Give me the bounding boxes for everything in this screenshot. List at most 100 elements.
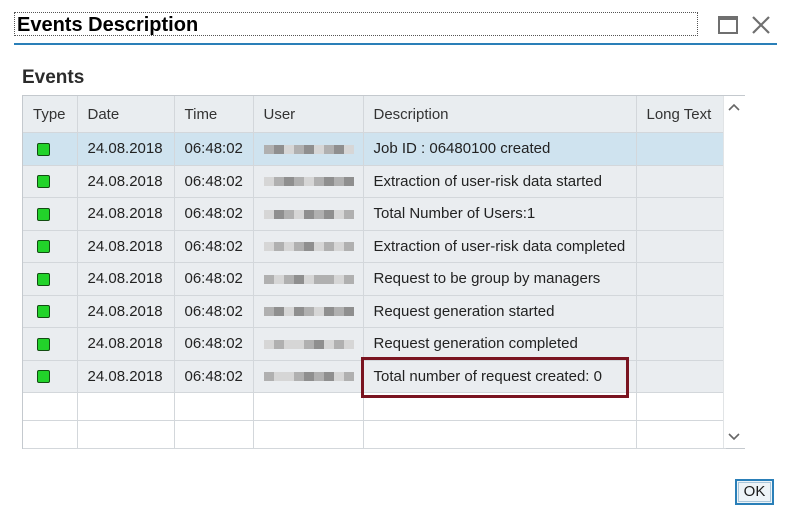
user-cell <box>253 165 364 198</box>
description-cell: Request generation started <box>363 295 637 328</box>
column-header-time[interactable]: Time <box>174 96 254 133</box>
time-cell: 06:48:02 <box>174 230 254 263</box>
table-row[interactable]: 24.08.2018 06:48:02 Request generation s… <box>23 295 726 328</box>
scroll-up-icon[interactable] <box>728 102 740 112</box>
vertical-scrollbar[interactable] <box>723 96 745 448</box>
long-text-cell[interactable] <box>636 230 726 263</box>
scroll-down-icon[interactable] <box>728 432 740 442</box>
status-green-icon <box>37 370 50 384</box>
redacted-user <box>263 206 354 223</box>
user-cell <box>253 230 364 263</box>
user-cell <box>253 132 364 166</box>
empty-cell <box>636 420 726 449</box>
date-cell: 24.08.2018 <box>77 230 175 263</box>
status-green-icon <box>37 305 50 319</box>
empty-cell <box>77 420 175 449</box>
time-cell: 06:48:02 <box>174 165 254 198</box>
redacted-user <box>263 368 354 385</box>
table-row[interactable]: 24.08.2018 06:48:02 Extraction of user-r… <box>23 165 726 198</box>
description-cell: Job ID : 06480100 created <box>363 132 637 166</box>
long-text-cell[interactable] <box>636 327 726 361</box>
dialog-title-bar: Events Description <box>14 12 698 36</box>
long-text-cell[interactable] <box>636 295 726 328</box>
time-cell: 06:48:02 <box>174 327 254 361</box>
type-cell <box>23 230 78 263</box>
empty-cell <box>636 392 726 421</box>
empty-cell <box>23 392 78 421</box>
type-cell <box>23 262 78 296</box>
column-header-description[interactable]: Description <box>363 96 637 133</box>
date-cell: 24.08.2018 <box>77 165 175 198</box>
redacted-user <box>263 336 354 353</box>
dialog-title: Events Description <box>17 14 199 36</box>
column-header-type[interactable]: Type <box>23 96 78 133</box>
close-icon[interactable] <box>750 14 772 36</box>
date-cell: 24.08.2018 <box>77 262 175 296</box>
type-cell <box>23 165 78 198</box>
table-row[interactable]: 24.08.2018 06:48:02 Extraction of user-r… <box>23 230 726 263</box>
date-cell: 24.08.2018 <box>77 132 175 166</box>
description-cell: Extraction of user-risk data completed <box>363 230 637 263</box>
user-cell <box>253 295 364 328</box>
table-header-row: Type Date Time User Description Long Tex… <box>23 96 726 133</box>
section-title: Events <box>22 67 85 88</box>
type-cell <box>23 197 78 231</box>
table-row[interactable]: 24.08.2018 06:48:02 Total Number of User… <box>23 197 726 231</box>
date-cell: 24.08.2018 <box>77 360 175 393</box>
long-text-cell[interactable] <box>636 132 726 166</box>
status-green-icon <box>37 337 50 351</box>
status-green-icon <box>37 175 50 189</box>
column-header-long-text[interactable]: Long Text <box>636 96 726 133</box>
status-green-icon <box>37 207 50 221</box>
empty-cell <box>253 392 364 421</box>
empty-row <box>23 392 726 421</box>
date-cell: 24.08.2018 <box>77 295 175 328</box>
user-cell <box>253 360 364 393</box>
user-cell <box>253 327 364 361</box>
events-table: Type Date Time User Description Long Tex… <box>22 95 745 449</box>
long-text-cell[interactable] <box>636 360 726 393</box>
type-cell <box>23 360 78 393</box>
empty-cell <box>253 420 364 449</box>
empty-cell <box>174 392 254 421</box>
column-header-user[interactable]: User <box>253 96 364 133</box>
empty-row <box>23 420 726 449</box>
redacted-user <box>263 173 354 190</box>
long-text-cell[interactable] <box>636 262 726 296</box>
description-cell: Total number of request created: 0 <box>363 360 637 393</box>
time-cell: 06:48:02 <box>174 360 254 393</box>
long-text-cell[interactable] <box>636 197 726 231</box>
table-row[interactable]: 24.08.2018 06:48:02 Request generation c… <box>23 327 726 361</box>
redacted-user <box>263 271 354 288</box>
user-cell <box>253 262 364 296</box>
table-row[interactable]: 24.08.2018 06:48:02 Total number of requ… <box>23 360 726 393</box>
user-cell <box>253 197 364 231</box>
description-cell: Request generation completed <box>363 327 637 361</box>
table-row[interactable]: 24.08.2018 06:48:02 Request to be group … <box>23 262 726 296</box>
time-cell: 06:48:02 <box>174 262 254 296</box>
title-divider <box>14 43 777 45</box>
ok-button[interactable]: OK <box>735 479 774 505</box>
redacted-user <box>263 303 354 320</box>
long-text-cell[interactable] <box>636 165 726 198</box>
empty-cell <box>363 420 637 449</box>
time-cell: 06:48:02 <box>174 197 254 231</box>
type-cell <box>23 295 78 328</box>
empty-cell <box>174 420 254 449</box>
status-green-icon <box>37 240 50 254</box>
redacted-user <box>263 238 354 255</box>
status-green-icon <box>37 142 50 156</box>
date-cell: 24.08.2018 <box>77 197 175 231</box>
time-cell: 06:48:02 <box>174 132 254 166</box>
empty-cell <box>77 392 175 421</box>
description-cell: Extraction of user-risk data started <box>363 165 637 198</box>
date-cell: 24.08.2018 <box>77 327 175 361</box>
description-cell: Request to be group by managers <box>363 262 637 296</box>
description-cell: Total Number of Users:1 <box>363 197 637 231</box>
column-header-date[interactable]: Date <box>77 96 175 133</box>
time-cell: 06:48:02 <box>174 295 254 328</box>
table-row[interactable]: 24.08.2018 06:48:02 Job ID : 06480100 cr… <box>23 132 726 166</box>
maximize-icon[interactable] <box>718 16 738 34</box>
status-green-icon <box>37 272 50 286</box>
redacted-user <box>263 141 354 158</box>
